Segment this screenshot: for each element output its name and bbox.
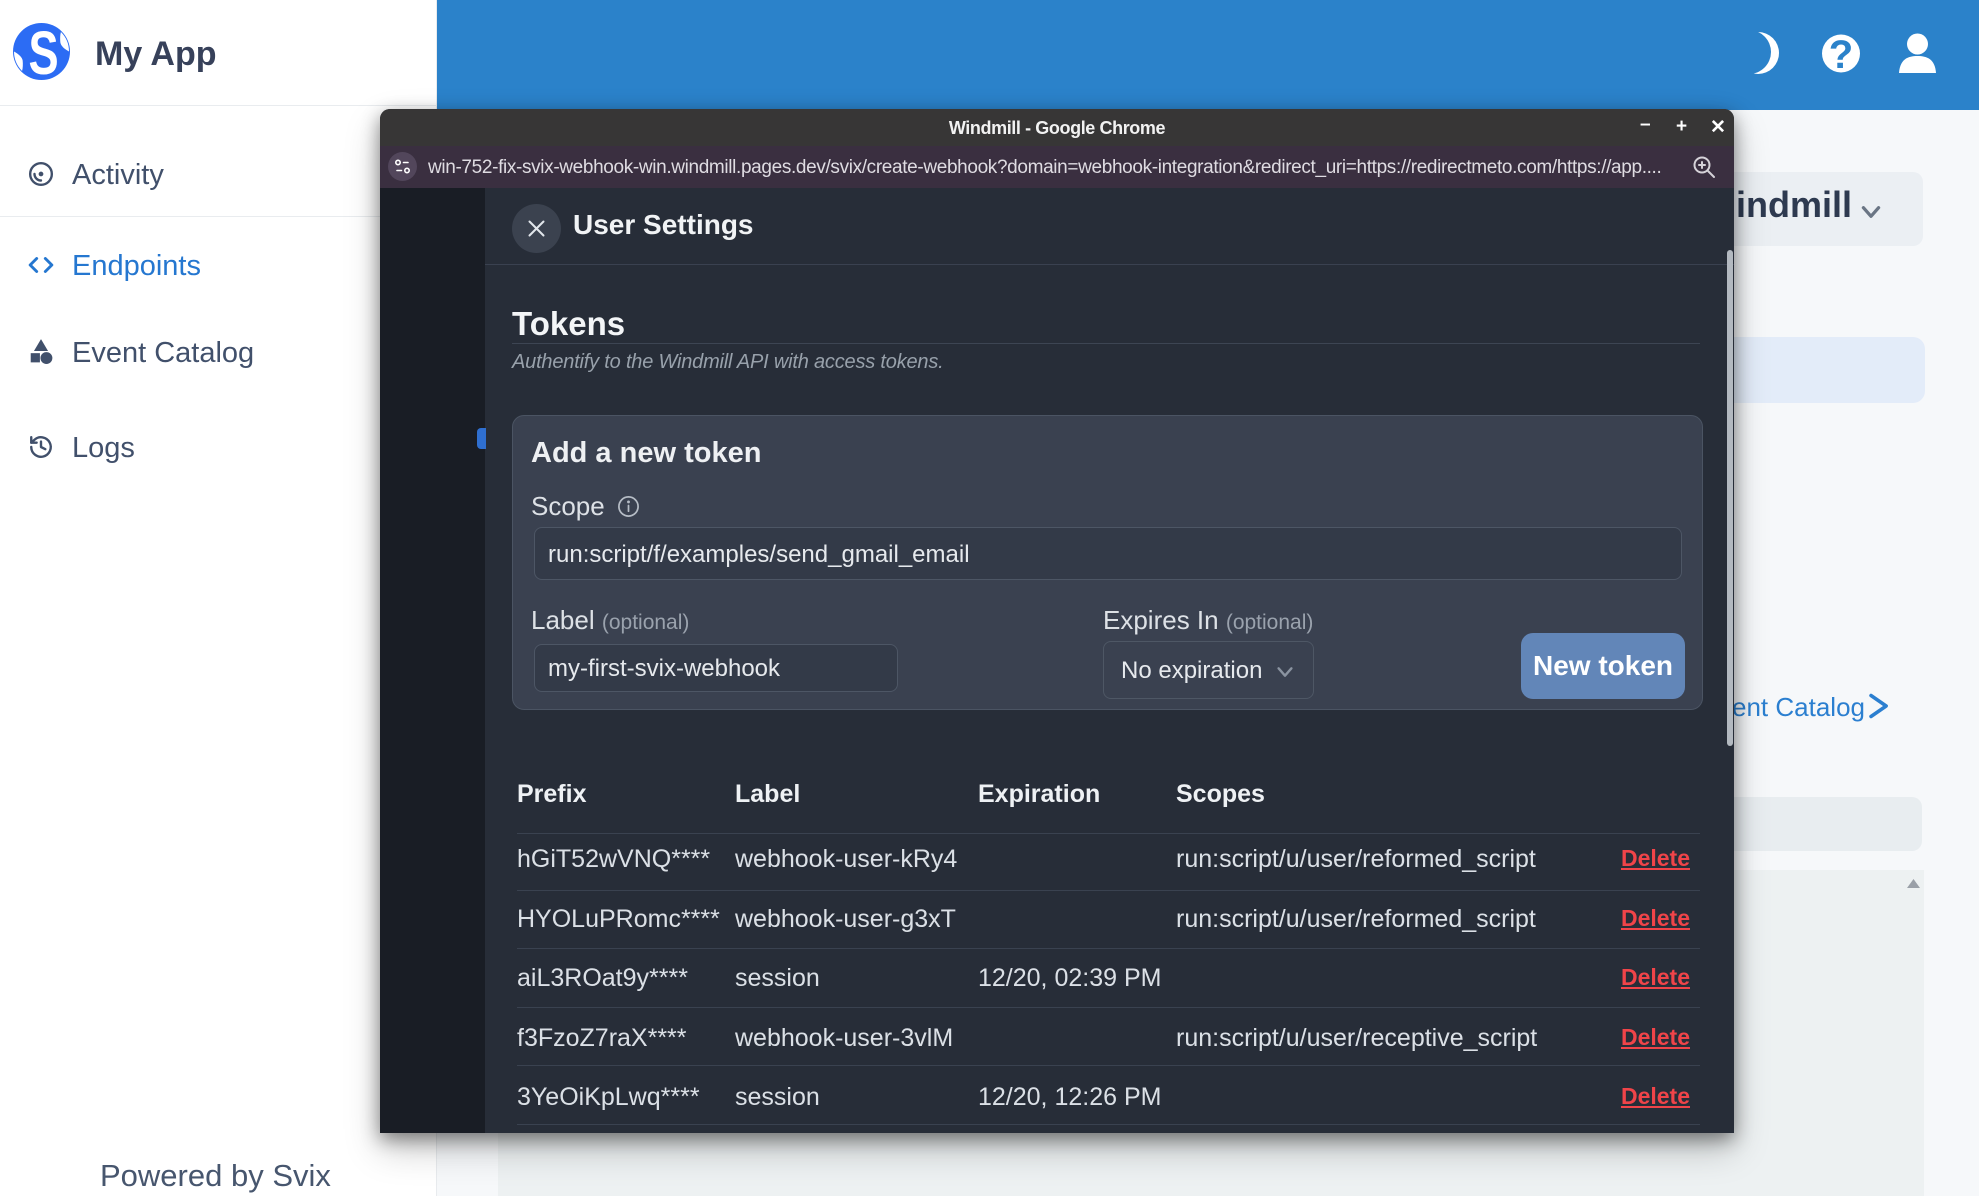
svg-text:S: S [28,23,58,80]
svg-text:?: ? [1829,33,1853,75]
